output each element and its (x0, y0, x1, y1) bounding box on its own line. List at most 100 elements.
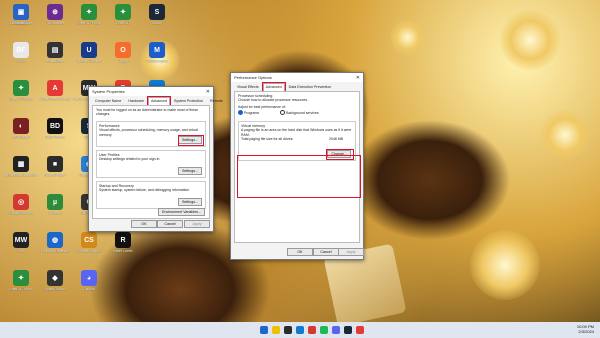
performance-group: Performance Visual effects, processor sc… (96, 121, 206, 148)
tab-remote[interactable]: Remote (207, 97, 226, 105)
wallpaper-bokeh (540, 110, 590, 160)
taskbar-app-icon[interactable] (284, 326, 292, 334)
desktop-icon[interactable]: ✦ Enter 3D Photo (4, 80, 38, 102)
desktop-icon-label: Enter 3D Photo (9, 288, 33, 291)
app-icon: BF (13, 42, 29, 58)
desktop-icon[interactable]: M Malwarebytes (140, 42, 174, 64)
taskbar-app-icon[interactable] (344, 326, 352, 334)
desktop-icon[interactable]: ◎ Google Chrome (4, 194, 38, 216)
desktop-icon-label: Enter 3D Photo (77, 22, 101, 25)
desktop-icon[interactable]: ◍ Windows Defender (38, 232, 72, 254)
desktop-icon[interactable]: ◆ Roblox Studio (38, 270, 72, 292)
tab-advanced[interactable]: Advanced (146, 96, 171, 106)
app-icon: ▦ (13, 156, 29, 172)
close-icon[interactable]: ✕ (206, 89, 210, 95)
app-icon: ◐ (13, 118, 29, 134)
desktop-icon[interactable]: CS Counter-Strike 2 (72, 232, 106, 254)
desktop-icon[interactable]: ◐ Im Browser (4, 118, 38, 140)
user-profiles-settings-button[interactable]: Settings... (178, 167, 202, 176)
tab-system-protection[interactable]: System Protection (171, 97, 206, 105)
performance-options-titlebar[interactable]: Performance Options ✕ (231, 73, 363, 82)
desktop-icon-label: Black Desert (45, 136, 65, 139)
paging-file-total-label: Total paging file size for all drives: (241, 136, 294, 141)
desktop-icon[interactable]: U Ubisoft Connect (72, 42, 106, 64)
desktop-icon-label: Microsoft Store (9, 22, 33, 25)
system-properties-titlebar[interactable]: System Properties ✕ (89, 87, 213, 96)
tab-data-execution-prevention[interactable]: Data Execution Prevention (286, 83, 335, 91)
taskbar-app-icon[interactable] (356, 326, 364, 334)
app-icon: ◆ (47, 270, 63, 286)
desktop-icon-label: Im Browser (12, 136, 30, 139)
close-icon[interactable]: ✕ (356, 75, 360, 81)
programs-label: Programs (244, 110, 260, 115)
performance-options-window: Performance Options ✕ Visual Effects Adv… (230, 72, 364, 260)
desktop-icon[interactable]: ▣ Microsoft Store (4, 4, 38, 26)
desktop-icon[interactable]: ◕ Discord (72, 270, 106, 292)
ok-button[interactable]: OK (131, 220, 157, 228)
background-services-label: Background services (286, 110, 319, 115)
cancel-button[interactable]: Cancel (157, 220, 183, 228)
programs-radio[interactable]: Programs (238, 110, 260, 116)
desktop-icon-label: Ubisoft Connect (76, 60, 102, 63)
app-icon: BD (47, 118, 63, 134)
tab-visual-effects[interactable]: Visual Effects (234, 83, 262, 91)
desktop-icon[interactable]: BF BFE (4, 42, 38, 64)
desktop-icon[interactable]: BD Black Desert (38, 118, 72, 140)
window-title: System Properties (92, 89, 125, 94)
admin-note: You must be logged on as an Administrato… (96, 108, 199, 117)
desktop-icon[interactable]: ■ Roblox Player (38, 156, 72, 178)
desktop-icon[interactable]: A Avast Free Antivirus (38, 80, 72, 102)
highlight-box (237, 155, 361, 198)
desktop-wallpaper: 📁I'm Pretty...BFBFE✦Enter 3D Photo◐Im Br… (0, 0, 600, 322)
taskbar-app-icon[interactable] (320, 326, 328, 334)
taskbar-app-icon[interactable] (296, 326, 304, 334)
start-button[interactable] (260, 326, 268, 334)
desktop-icon-label: Im Minecraft Launcher (4, 174, 38, 177)
desktop-icon[interactable]: ✦ Enter 3D Photo (72, 4, 106, 26)
environment-variables-button[interactable]: Environment Variables... (158, 208, 205, 216)
desktop-icon[interactable]: ▦ Im Minecraft Launcher (4, 156, 38, 178)
startup-settings-button[interactable]: Settings... (178, 198, 202, 207)
desktop-icon-label: Razer Cortex (113, 250, 133, 253)
desktop-icon[interactable]: ✦ Enter 3D (106, 4, 140, 26)
ok-button[interactable]: OK (287, 248, 313, 256)
tab-hardware[interactable]: Hardware (125, 97, 147, 105)
wallpaper-bokeh (500, 10, 560, 70)
desktop-icon-label: reinstall.exe (45, 60, 65, 63)
tab-computer-name[interactable]: Computer Name (92, 97, 124, 105)
app-icon: ✦ (115, 4, 131, 20)
tab-advanced[interactable]: Advanced (261, 82, 286, 92)
taskbar-app-icon[interactable] (308, 326, 316, 334)
startup-recovery-group: Startup and Recovery System startup, sys… (96, 181, 206, 210)
app-icon: U (81, 42, 97, 58)
background-services-radio[interactable]: Background services (280, 110, 319, 116)
app-icon: ◍ (47, 232, 63, 248)
desktop-icon-label: Google Chrome (9, 212, 33, 215)
cancel-button[interactable]: Cancel (313, 248, 339, 256)
system-clock[interactable]: 10:00 PM 2/3/2024 (577, 324, 594, 334)
wallpaper-bokeh (470, 230, 540, 300)
radio-selected-icon (238, 110, 243, 116)
desktop-icon[interactable]: µ uTorrent (38, 194, 72, 216)
taskbar-app-icon[interactable] (332, 326, 340, 334)
desktop-icon[interactable]: MW MW (4, 232, 38, 254)
apply-button[interactable]: Apply (338, 248, 364, 256)
desktop-icon[interactable]: O Origin (106, 42, 140, 64)
paging-file-total-value: 2048 MB (328, 136, 343, 141)
app-icon: ▤ (47, 42, 63, 58)
app-icon: ◎ (13, 194, 29, 210)
apply-button[interactable]: Apply (184, 220, 210, 228)
desktop-icon[interactable]: R Razer Cortex (106, 232, 140, 254)
desktop-icon[interactable]: ✦ Enter 3D Photo (4, 270, 38, 292)
desktop-icon[interactable]: S Steam (140, 4, 174, 26)
app-icon: ⊕ (47, 4, 63, 20)
desktop-icon[interactable]: ▤ reinstall.exe (38, 42, 72, 64)
performance-advanced-panel: Processor scheduling Choose how to alloc… (234, 91, 361, 243)
adjust-label: Adjust for best performance of: (238, 105, 286, 110)
app-icon: CS (81, 232, 97, 248)
clock-date: 2/3/2024 (578, 329, 594, 334)
desktop-icon-label: Origin (118, 60, 128, 63)
performance-options-tabs: Visual Effects Advanced Data Execution P… (231, 82, 363, 92)
desktop-icon[interactable]: ⊕ Tor Browser (38, 4, 72, 26)
taskbar-app-icon[interactable] (272, 326, 280, 334)
